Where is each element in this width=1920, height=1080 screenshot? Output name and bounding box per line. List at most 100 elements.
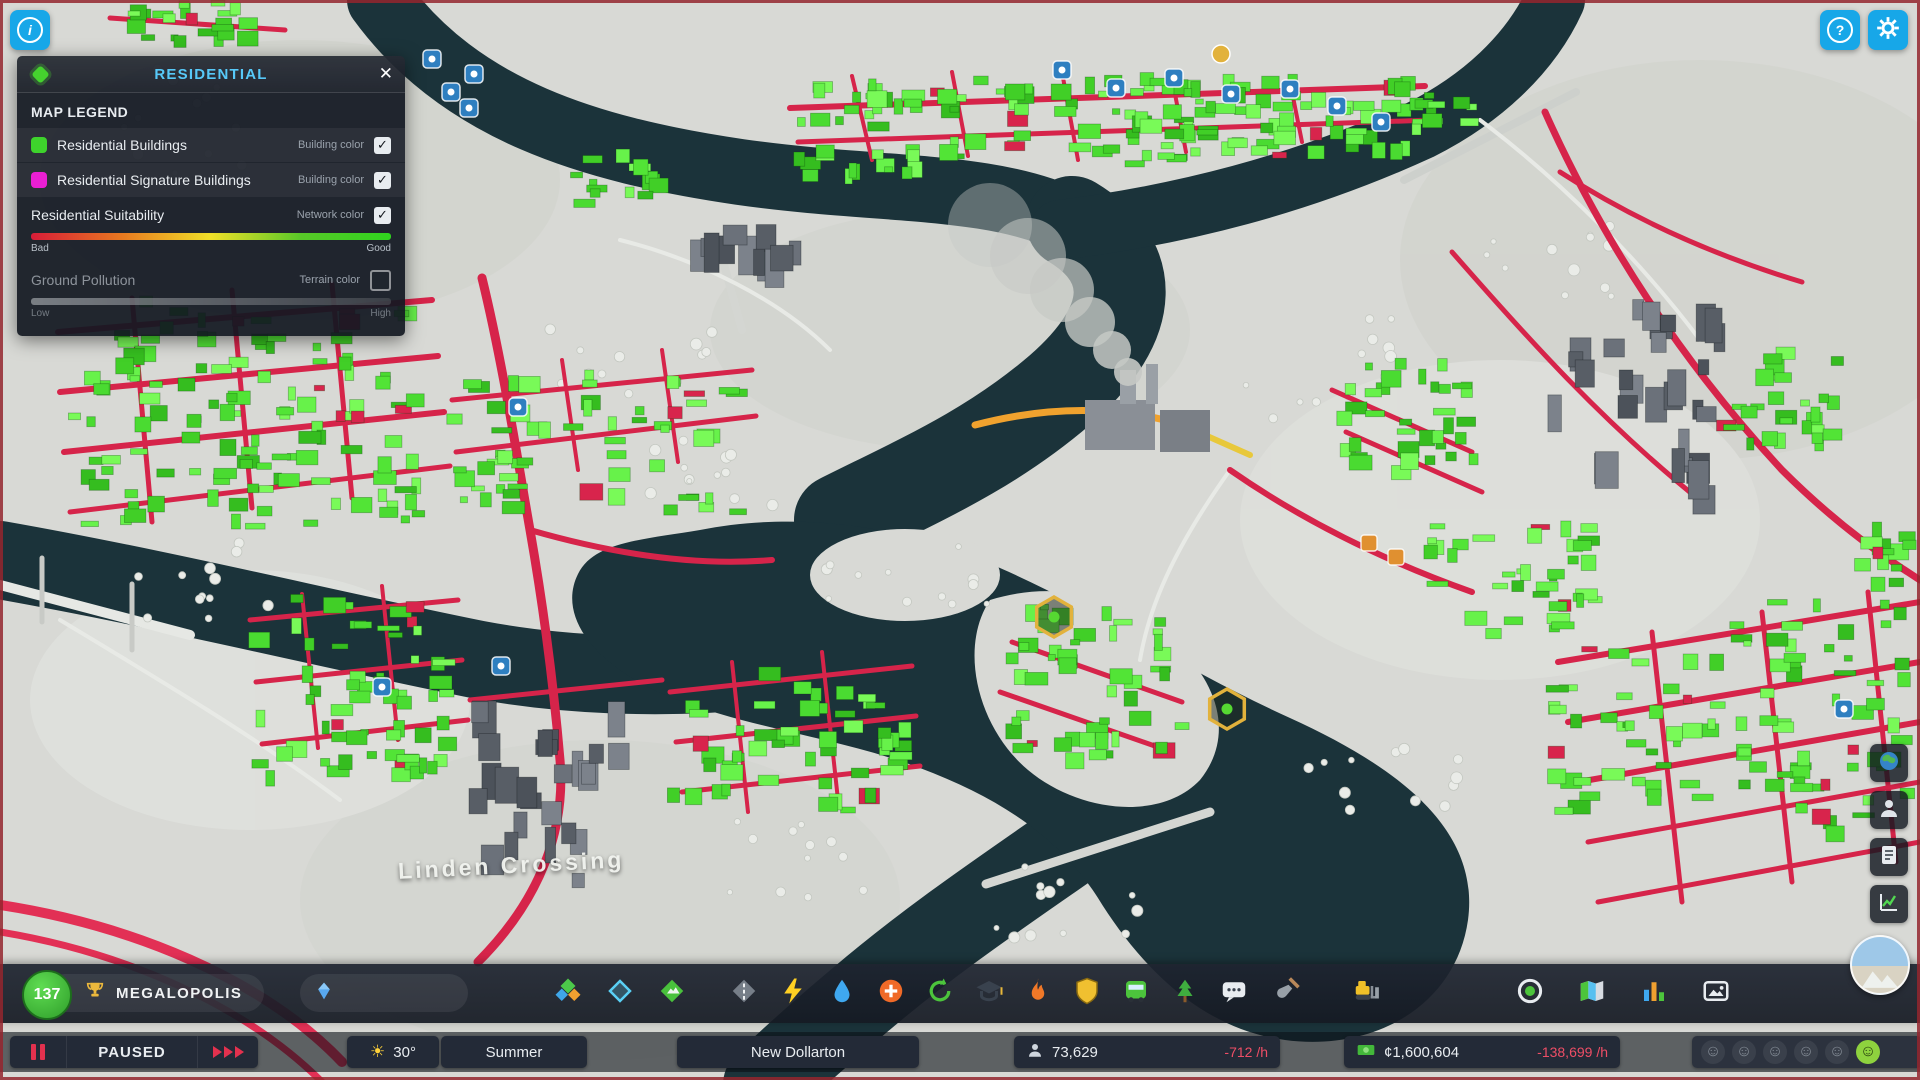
map-service-marker-icon[interactable] xyxy=(464,64,484,84)
photo-mode-button[interactable] xyxy=(1694,972,1738,1016)
landscape-icon xyxy=(1858,962,1902,993)
fire-rescue-icon xyxy=(1023,976,1053,1011)
map-service-marker-icon[interactable] xyxy=(508,397,528,417)
milestone-pill[interactable]: MEGALOPOLIS xyxy=(46,974,265,1012)
legend-label: Residential Buildings xyxy=(57,137,187,153)
health-button[interactable] xyxy=(869,972,913,1016)
roads-button[interactable] xyxy=(722,972,766,1016)
zoning-button[interactable] xyxy=(546,972,590,1016)
map-service-marker-icon[interactable] xyxy=(1221,84,1241,104)
close-icon[interactable]: ✕ xyxy=(379,64,393,84)
pause-icon xyxy=(31,1044,36,1060)
globe-button[interactable] xyxy=(1870,744,1908,782)
map-service-marker-icon[interactable] xyxy=(1327,96,1347,116)
status-bar: PAUSED ☀ 30° Summer New Dollarton 73,629… xyxy=(0,1032,1920,1072)
happiness-indicator: ☺ ☺ ☺ ☺ ☺ ☺ xyxy=(1692,1036,1920,1068)
electricity-button[interactable] xyxy=(771,972,815,1016)
speed-state-label: PAUSED xyxy=(98,1043,166,1061)
garbage-button[interactable] xyxy=(918,972,962,1016)
population-display[interactable]: 73,629 -712 /h xyxy=(1014,1036,1280,1068)
terraform-button[interactable] xyxy=(1264,972,1308,1016)
legend-checkbox[interactable]: ✓ xyxy=(374,136,391,154)
signature-building-marker-icon[interactable] xyxy=(1034,594,1074,640)
tool-group xyxy=(1345,964,1389,1023)
building-alert-marker-icon[interactable] xyxy=(1360,534,1378,552)
help-button[interactable]: ? xyxy=(1820,10,1860,50)
neutral-face-icon[interactable]: ☺ xyxy=(1763,1040,1787,1064)
transport-button[interactable] xyxy=(1114,972,1158,1016)
temperature-indicator[interactable]: ☀ 30° xyxy=(347,1036,439,1068)
police-button[interactable] xyxy=(1065,972,1109,1016)
pause-icon xyxy=(40,1044,45,1060)
map-service-marker-icon[interactable] xyxy=(459,98,479,118)
simulation-speed-control: PAUSED xyxy=(10,1036,258,1068)
bulldozer-button[interactable] xyxy=(1345,972,1389,1016)
education-icon xyxy=(974,976,1004,1011)
legend-mode-label: Network color xyxy=(296,209,364,221)
tool-group xyxy=(1508,964,1738,1023)
water-button[interactable] xyxy=(820,972,864,1016)
parks-button[interactable] xyxy=(1163,972,1207,1016)
legend-item: Ground Pollution Terrain color xyxy=(17,263,405,297)
photo-mode-icon xyxy=(1701,976,1731,1011)
infoview-button[interactable]: i xyxy=(10,10,50,50)
neutral-face-icon[interactable]: ☺ xyxy=(1794,1040,1818,1064)
building-alert-marker-icon[interactable] xyxy=(1387,548,1405,566)
map-legend-title: MAP LEGEND xyxy=(31,104,129,120)
map-service-marker-icon[interactable] xyxy=(441,82,461,102)
legend-checkbox[interactable] xyxy=(370,269,391,291)
progression-button[interactable] xyxy=(1508,972,1552,1016)
population-icon xyxy=(1026,1041,1044,1063)
signature-building-marker-icon[interactable] xyxy=(1207,686,1247,732)
legend-checkbox[interactable]: ✓ xyxy=(374,171,391,189)
happy-face-icon[interactable]: ☺ xyxy=(1856,1040,1880,1064)
map-service-marker-icon[interactable] xyxy=(422,49,442,69)
neutral-face-icon[interactable]: ☺ xyxy=(1825,1040,1849,1064)
scale-high-label: High xyxy=(370,308,391,319)
legend-item: Residential Signature Buildings Building … xyxy=(17,163,405,197)
gear-icon xyxy=(1875,15,1901,46)
info-icon: i xyxy=(17,17,43,43)
fast-forward-button[interactable] xyxy=(197,1036,258,1068)
journal-button[interactable] xyxy=(1870,838,1908,876)
map-service-marker-icon[interactable] xyxy=(1164,68,1184,88)
xp-progress-pill[interactable] xyxy=(300,974,468,1012)
education-button[interactable] xyxy=(967,972,1011,1016)
settings-button[interactable] xyxy=(1868,10,1908,50)
citizen-button[interactable] xyxy=(1870,791,1908,829)
map-service-marker-icon[interactable] xyxy=(1834,699,1854,719)
money-value: ¢1,600,604 xyxy=(1384,1043,1460,1061)
map-service-marker-icon[interactable] xyxy=(1106,78,1126,98)
map-service-marker-icon[interactable] xyxy=(1280,79,1300,99)
map-service-marker-icon[interactable] xyxy=(372,677,392,697)
chart-icon xyxy=(1877,890,1901,919)
city-level-badge[interactable]: 137 xyxy=(22,970,72,1020)
money-display[interactable]: ¢1,600,604 -138,699 /h xyxy=(1344,1036,1620,1068)
map-service-marker-icon[interactable] xyxy=(491,656,511,676)
terraform-icon xyxy=(1271,976,1301,1011)
map-service-marker-icon[interactable] xyxy=(1371,112,1391,132)
statistics-button[interactable] xyxy=(1632,972,1676,1016)
city-name-display[interactable]: New Dollarton xyxy=(677,1036,919,1068)
pause-button[interactable] xyxy=(10,1036,67,1068)
legend-scale: Low High xyxy=(17,297,405,328)
communications-button[interactable] xyxy=(1212,972,1256,1016)
sun-icon: ☀ xyxy=(370,1042,386,1061)
landscaping-button[interactable] xyxy=(650,972,694,1016)
legend-item: Residential Buildings Building color ✓ xyxy=(17,128,405,162)
chart-button[interactable] xyxy=(1870,885,1908,923)
legend-checkbox[interactable]: ✓ xyxy=(374,206,391,224)
side-button-stack xyxy=(1870,744,1908,923)
xp-gem-icon xyxy=(314,981,334,1006)
season-indicator[interactable]: Summer xyxy=(441,1036,587,1068)
legend-color-swatch xyxy=(31,172,47,188)
photo-thumbnail-button[interactable] xyxy=(1850,935,1910,995)
gold-marker-icon[interactable] xyxy=(1211,44,1231,64)
districts-button[interactable] xyxy=(598,972,642,1016)
map-tiles-button[interactable] xyxy=(1570,972,1614,1016)
play-icon xyxy=(223,1046,233,1058)
neutral-face-icon[interactable]: ☺ xyxy=(1732,1040,1756,1064)
map-service-marker-icon[interactable] xyxy=(1052,60,1072,80)
neutral-face-icon[interactable]: ☺ xyxy=(1701,1040,1725,1064)
fire-rescue-button[interactable] xyxy=(1016,972,1060,1016)
